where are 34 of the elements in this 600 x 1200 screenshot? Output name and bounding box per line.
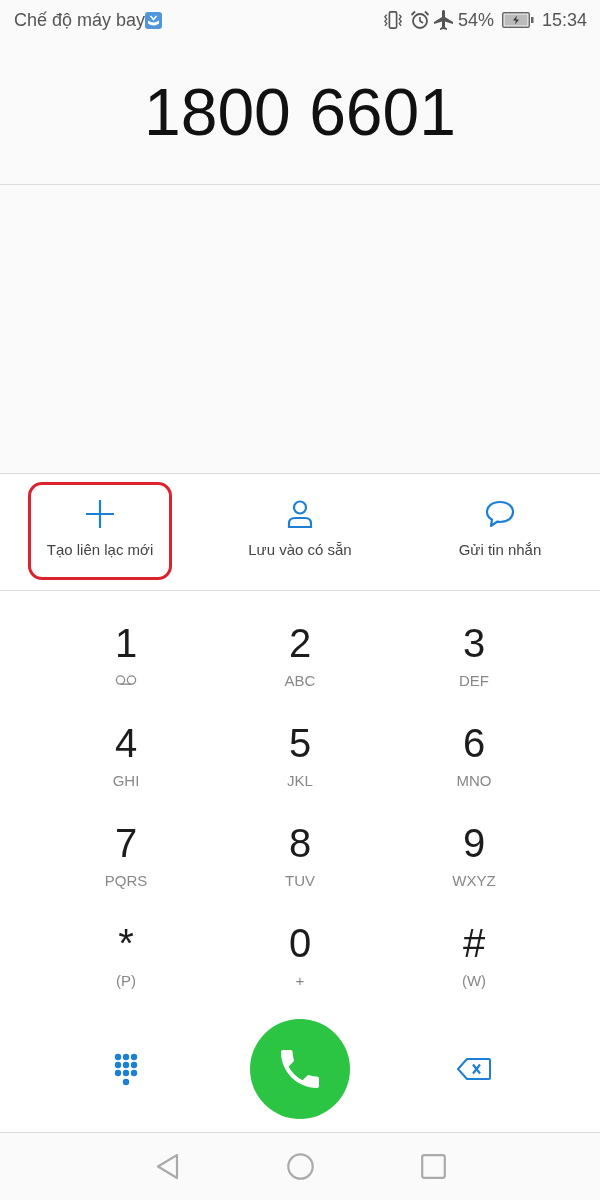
dial-key[interactable]: 7 PQRS (66, 806, 186, 906)
voicemail-icon (115, 675, 137, 686)
home-icon[interactable] (286, 1153, 314, 1180)
dial-key[interactable]: 4 GHI (66, 706, 186, 806)
dialed-number: 1800 6601 (144, 79, 456, 145)
dial-key[interactable]: 3 DEF (414, 606, 534, 706)
airplane-icon (433, 10, 454, 30)
save-to-contact-button[interactable]: Lưu vào có sẵn (228, 482, 372, 580)
dial-key[interactable]: 6 MNO (414, 706, 534, 806)
dial-key[interactable]: * (P) (66, 906, 186, 1006)
back-icon[interactable] (155, 1153, 179, 1180)
send-message-button[interactable]: Gửi tin nhắn (428, 482, 572, 580)
vibrate-icon (383, 10, 402, 30)
dialpad-icon[interactable] (114, 1052, 138, 1086)
phone-icon (281, 1050, 319, 1088)
dial-key[interactable]: 1 (66, 606, 186, 706)
dial-key[interactable]: 5 JKL (240, 706, 360, 806)
airplane-mode-label: Chế độ máy bay (14, 8, 146, 32)
dial-key[interactable]: 9 WXYZ (414, 806, 534, 906)
battery-percent: 54% (457, 8, 494, 32)
person-icon (285, 499, 315, 529)
dial-key[interactable]: # (W) (414, 906, 534, 1006)
recent-apps-icon[interactable] (420, 1154, 446, 1179)
dial-key[interactable]: 2 ABC (240, 606, 360, 706)
plus-icon (85, 499, 115, 529)
notification-icon (145, 11, 163, 29)
dial-key[interactable]: 0 + (240, 906, 360, 1006)
backspace-icon[interactable] (457, 1058, 491, 1080)
dial-key[interactable]: 8 TUV (240, 806, 360, 906)
speech-bubble-icon (485, 499, 515, 529)
new-contact-button[interactable]: Tạo liên lạc mới (28, 482, 172, 580)
charging-battery-icon (501, 12, 534, 28)
clock-time: 15:34 (541, 8, 587, 32)
alarm-clock-icon (409, 10, 430, 30)
